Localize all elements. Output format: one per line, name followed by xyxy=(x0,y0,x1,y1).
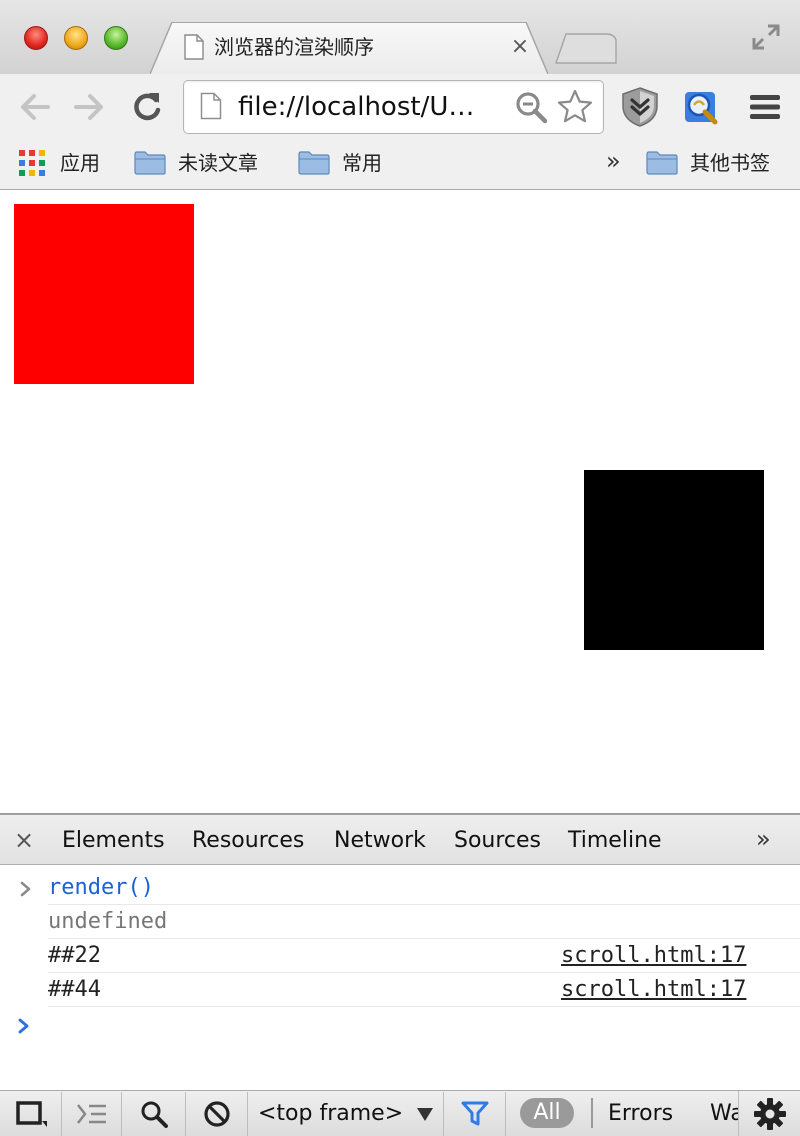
tab-close-icon[interactable]: × xyxy=(508,34,532,60)
console-log-text: ##22 xyxy=(48,943,101,968)
tab-sources[interactable]: Sources xyxy=(454,826,541,856)
folder-icon xyxy=(298,151,330,175)
gear-icon xyxy=(753,1097,786,1130)
search-icon xyxy=(141,1101,168,1128)
settings-button[interactable] xyxy=(738,1091,800,1136)
extension-shield-icon[interactable] xyxy=(620,86,660,128)
frame-select-value[interactable]: <top frame> xyxy=(258,1098,403,1130)
tab-network[interactable]: Network xyxy=(334,826,426,856)
filter-errors-button[interactable]: Errors xyxy=(608,1098,673,1130)
page-info-icon[interactable] xyxy=(200,92,222,120)
dock-toggle-button[interactable] xyxy=(0,1092,62,1136)
console-drawer-icon xyxy=(76,1104,106,1124)
console-log-source-link[interactable]: scroll.html:17 xyxy=(561,939,746,973)
folder-icon xyxy=(646,151,678,175)
chevron-right-icon xyxy=(20,881,31,897)
console-result: undefined xyxy=(48,909,168,934)
new-tab-button[interactable] xyxy=(554,32,618,64)
tab-title: 浏览器的渲染顺序 xyxy=(214,35,374,59)
bookmark-folder-unread[interactable]: 未读文章 xyxy=(134,148,258,178)
tab-elements[interactable]: Elements xyxy=(62,826,165,856)
clear-icon xyxy=(203,1101,230,1127)
zoom-icon[interactable] xyxy=(514,90,548,124)
zoom-window-button[interactable] xyxy=(104,26,128,50)
bookmark-apps-label: 应用 xyxy=(60,151,100,175)
bookmarks-overflow-button[interactable]: » xyxy=(606,146,621,176)
devtools-close-icon[interactable]: × xyxy=(14,826,34,854)
bookmark-other-label: 其他书签 xyxy=(690,151,770,175)
bookmark-star-icon[interactable] xyxy=(556,88,594,126)
console-prompt-icon xyxy=(18,1018,29,1034)
black-square xyxy=(584,470,764,650)
page-icon xyxy=(184,34,204,60)
minimize-window-button[interactable] xyxy=(64,26,88,50)
console-input[interactable] xyxy=(48,1010,788,1044)
dock-side-icon xyxy=(15,1101,47,1127)
console-log-source-link[interactable]: scroll.html:17 xyxy=(561,973,746,1007)
close-window-button[interactable] xyxy=(24,26,48,50)
clear-console-button[interactable] xyxy=(186,1092,248,1136)
folder-icon xyxy=(134,151,166,175)
filter-separator xyxy=(591,1098,593,1128)
devtools-more-tabs-button[interactable]: » xyxy=(756,824,771,854)
reload-icon[interactable] xyxy=(128,88,166,126)
search-button[interactable] xyxy=(122,1092,186,1136)
console-row xyxy=(48,871,800,905)
forward-arrow-icon[interactable] xyxy=(70,88,108,126)
back-arrow-icon[interactable] xyxy=(16,88,54,126)
console-command: render() xyxy=(48,875,154,900)
bookmark-folder-other[interactable]: 其他书签 xyxy=(646,148,770,178)
bookmark-folder-label: 未读文章 xyxy=(178,151,258,175)
menu-icon[interactable] xyxy=(748,92,782,122)
fullscreen-icon[interactable] xyxy=(750,22,782,52)
red-square xyxy=(14,204,194,384)
filter-icon xyxy=(461,1101,488,1126)
console-log-text: ##44 xyxy=(48,977,101,1002)
tab-resources[interactable]: Resources xyxy=(192,826,304,856)
show-drawer-button[interactable] xyxy=(62,1092,122,1136)
bookmark-folder-common[interactable]: 常用 xyxy=(298,148,382,178)
tab-timeline[interactable]: Timeline xyxy=(568,826,662,856)
extension-search-icon[interactable] xyxy=(682,86,722,128)
chevron-down-icon xyxy=(417,1108,433,1121)
filter-button[interactable] xyxy=(444,1092,506,1136)
address-url-text[interactable]: file://localhost/U… xyxy=(238,90,474,124)
browser-window: 浏览器的渲染顺序 × file://localhost/U… 应用 未读文章 常… xyxy=(0,0,800,1136)
filter-all-button[interactable]: All xyxy=(520,1098,574,1128)
apps-grid-icon xyxy=(19,150,45,176)
bookmark-folder-label: 常用 xyxy=(342,151,382,175)
bookmark-apps[interactable]: 应用 xyxy=(18,148,100,178)
